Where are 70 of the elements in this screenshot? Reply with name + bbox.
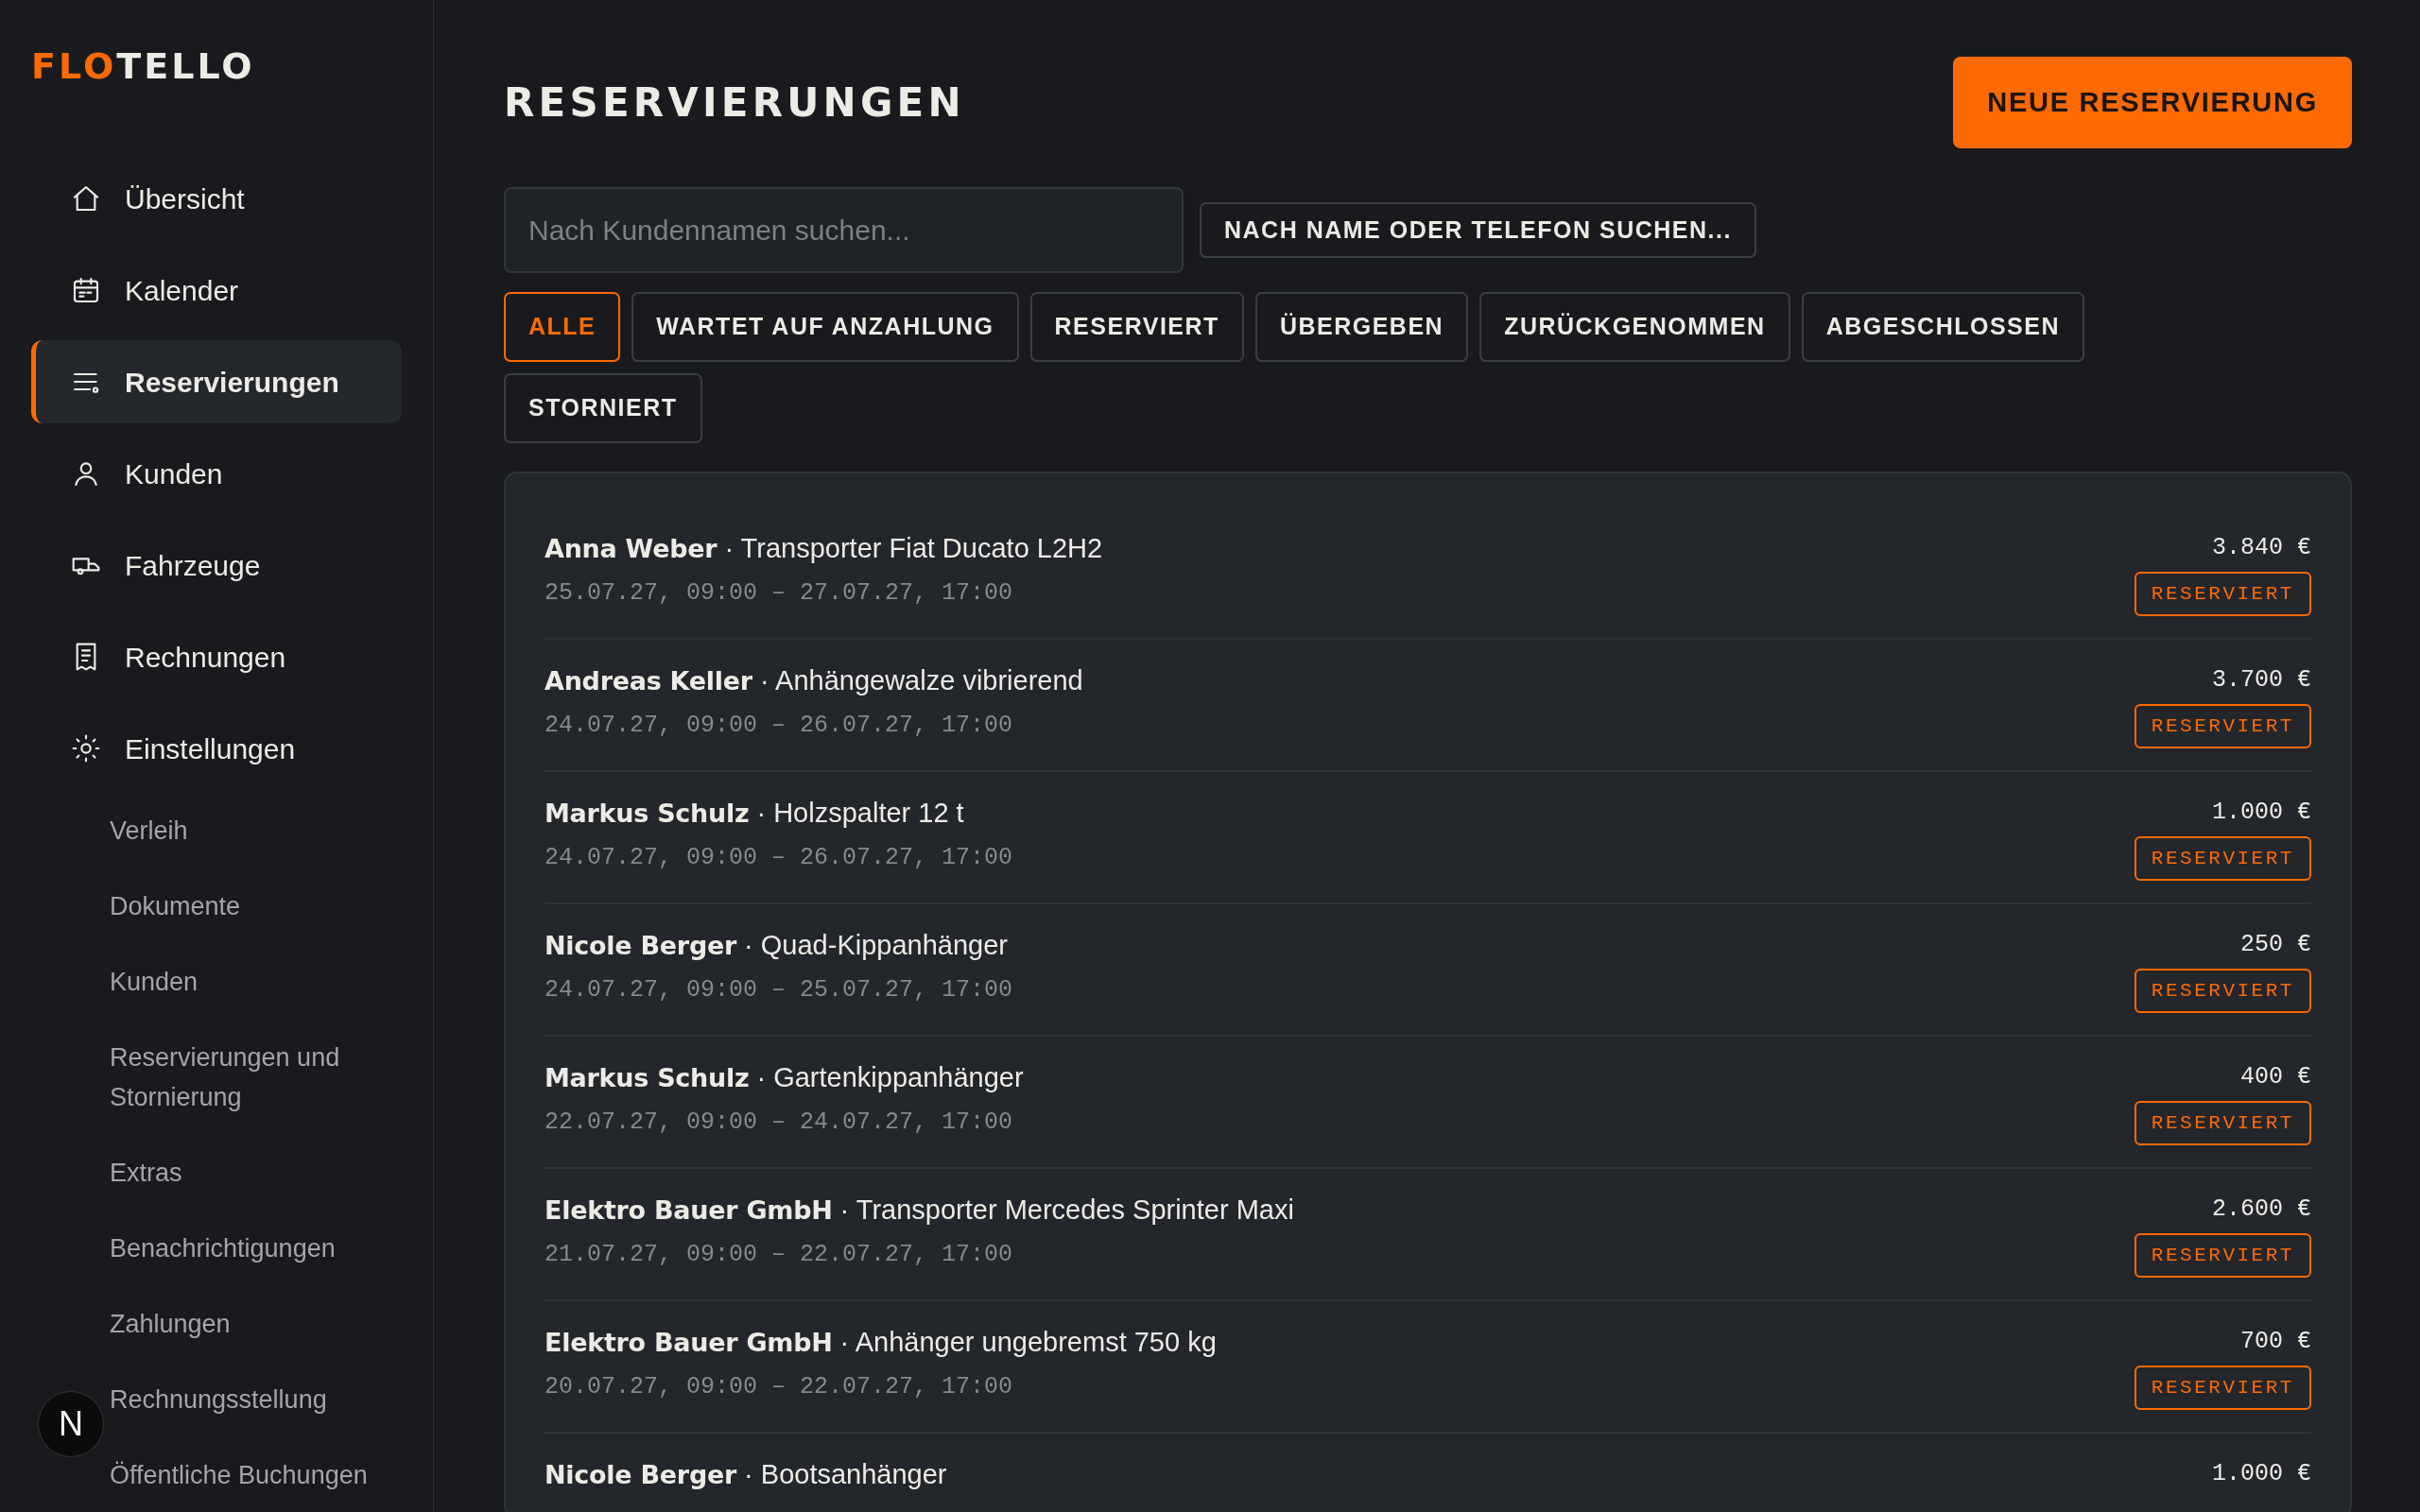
- sidebar-item[interactable]: Rechnungen: [31, 615, 402, 698]
- sidebar-item[interactable]: Kalender: [31, 249, 402, 332]
- reservation-dates: 25.07.27, 09:00 – 27.07.27, 17:00: [544, 578, 1014, 609]
- settings-subitem[interactable]: Reservierungen und Stornierung: [110, 1020, 384, 1135]
- dev-badge[interactable]: N: [38, 1391, 104, 1457]
- reservation-dates: 20.07.27, 09:00 – 22.07.27, 17:00: [544, 1372, 1014, 1402]
- price: 2.600 €: [2211, 1194, 2311, 1225]
- price: 250 €: [2240, 930, 2311, 960]
- settings-subitem[interactable]: Rechnungsstellung: [110, 1362, 384, 1437]
- filter-tab[interactable]: ÜBERGEBEN: [1254, 292, 1469, 362]
- reservation-dates: 21.07.27, 09:00 – 22.07.27, 17:00: [544, 1240, 1014, 1270]
- price: 1.000 €: [2211, 798, 2311, 828]
- settings-subitem[interactable]: Extras: [110, 1135, 384, 1211]
- filter-tab[interactable]: ABGESCHLOSSEN: [1801, 292, 2084, 362]
- search-field[interactable]: Nach Kundennamen suchen...: [504, 187, 1184, 273]
- settings-subitem[interactable]: Zahlungen: [110, 1286, 384, 1362]
- sidebar-item[interactable]: Kunden: [31, 432, 402, 515]
- search-button[interactable]: NACH NAME ODER TELEFON SUCHEN...: [1200, 202, 1756, 258]
- reservation-row[interactable]: Markus Schulz · Gartenkippanhänger 22.07.27, 09:00 – 24.07.27, 17:00 400 € RESERVIERT: [544, 1037, 2311, 1169]
- settings-subitem[interactable]: Dokumente: [110, 868, 384, 944]
- reservation-row[interactable]: Andreas Keller · Anhängewalze vibrierend 24.07.27, 09:00 – 26.07.27, 17:00 3.700 € RESERVIERT: [544, 640, 2311, 772]
- price: 1.000 €: [2211, 1459, 2311, 1489]
- reservation-row[interactable]: Markus Schulz · Holzspalter 12 t 24.07.27, 09:00 – 26.07.27, 17:00 1.000 € RESERVIERT: [544, 772, 2311, 904]
- reservation-title: Andreas Keller · Anhängewalze vibrierend: [544, 664, 1083, 697]
- sidebar-item[interactable]: Reservierungen: [31, 340, 402, 423]
- reservation-title: Nicole Berger · Quad-Kippanhänger: [544, 929, 1009, 962]
- status-badge: RESERVIERT: [2134, 1366, 2311, 1410]
- reservation-dates: 22.07.27, 09:00 – 24.07.27, 17:00: [544, 1108, 1014, 1138]
- reservation-row[interactable]: Nicole Berger · Bootsanhänger 1.000 €: [544, 1434, 2311, 1512]
- logo: FLOTELLO: [31, 47, 255, 85]
- status-badge: RESERVIERT: [2134, 1101, 2311, 1145]
- sidebar-item[interactable]: Übersicht: [31, 157, 402, 240]
- reservation-title: Markus Schulz · Gartenkippanhänger: [544, 1061, 1024, 1094]
- reservation-title: Elektro Bauer GmbH · Transporter Mercedes Sprinter Maxi: [544, 1194, 1294, 1227]
- filter-tab[interactable]: RESERVIERT: [1029, 292, 1244, 362]
- reservation-row[interactable]: Nicole Berger · Quad-Kippanhänger 24.07.27, 09:00 – 25.07.27, 17:00 250 € RESERVIERT: [544, 904, 2311, 1037]
- price: 3.700 €: [2211, 665, 2311, 696]
- reservation-dates: 24.07.27, 09:00 – 26.07.27, 17:00: [544, 843, 1013, 873]
- reservation-title: Markus Schulz · Holzspalter 12 t: [544, 797, 965, 830]
- reservation-row[interactable]: Elektro Bauer GmbH · Anhänger ungebremst 750 kg 20.07.27, 09:00 – 22.07.27, 17:00 700 € RESERVIERT: [544, 1301, 2311, 1434]
- new-reservation-button[interactable]: NEUE RESERVIERUNG: [1953, 57, 2352, 148]
- calendar-icon: [71, 275, 101, 305]
- reservation-title: Nicole Berger · Bootsanhänger: [544, 1458, 947, 1491]
- status-badge: RESERVIERT: [2134, 836, 2311, 881]
- filter-tab[interactable]: STORNIERT: [504, 373, 702, 443]
- filter-tab[interactable]: WARTET AUF ANZAHLUNG: [631, 292, 1019, 362]
- status-badge: RESERVIERT: [2134, 969, 2311, 1013]
- filter-tab[interactable]: ZURÜCKGENOMMEN: [1479, 292, 1790, 362]
- settings-subitem[interactable]: Öffentliche Buchungen: [110, 1437, 384, 1512]
- sidebar-item[interactable]: Einstellungen: [31, 707, 402, 790]
- price: 700 €: [2240, 1327, 2311, 1357]
- filter-tab[interactable]: ALLE: [504, 292, 621, 362]
- settings-subitem[interactable]: Benachrichtigungen: [110, 1211, 384, 1286]
- reservation-row[interactable]: Anna Weber · Transporter Fiat Ducato L2H2 25.07.27, 09:00 – 27.07.27, 17:00 3.840 € RESERVIERT: [544, 507, 2311, 640]
- status-badge: RESERVIERT: [2134, 572, 2311, 616]
- reservation-row[interactable]: Elektro Bauer GmbH · Transporter Mercedes Sprinter Maxi 21.07.27, 09:00 – 22.07.27, 17:00 2.600 € RESERVIERT: [544, 1169, 2311, 1301]
- status-badge: RESERVIERT: [2134, 704, 2311, 748]
- status-badge: RESERVIERT: [2134, 1233, 2311, 1278]
- reservation-title: Anna Weber · Transporter Fiat Ducato L2H2: [544, 532, 1103, 565]
- home-icon: [71, 183, 101, 214]
- price: 3.840 €: [2211, 533, 2311, 563]
- sidebar-item[interactable]: Fahrzeuge: [31, 524, 402, 607]
- settings-subitem[interactable]: Verleih: [110, 793, 384, 868]
- settings-subitem[interactable]: Kunden: [110, 944, 384, 1020]
- reservation-dates: 24.07.27, 09:00 – 26.07.27, 17:00: [544, 711, 1014, 741]
- settings-icon: [71, 733, 101, 764]
- price: 400 €: [2240, 1062, 2311, 1092]
- page-title: RESERVIERUNGEN: [504, 78, 965, 128]
- reservation-title: Elektro Bauer GmbH · Anhänger ungebremst 750 kg: [544, 1326, 1217, 1359]
- reservation-dates: 24.07.27, 09:00 – 25.07.27, 17:00: [544, 975, 1013, 1005]
